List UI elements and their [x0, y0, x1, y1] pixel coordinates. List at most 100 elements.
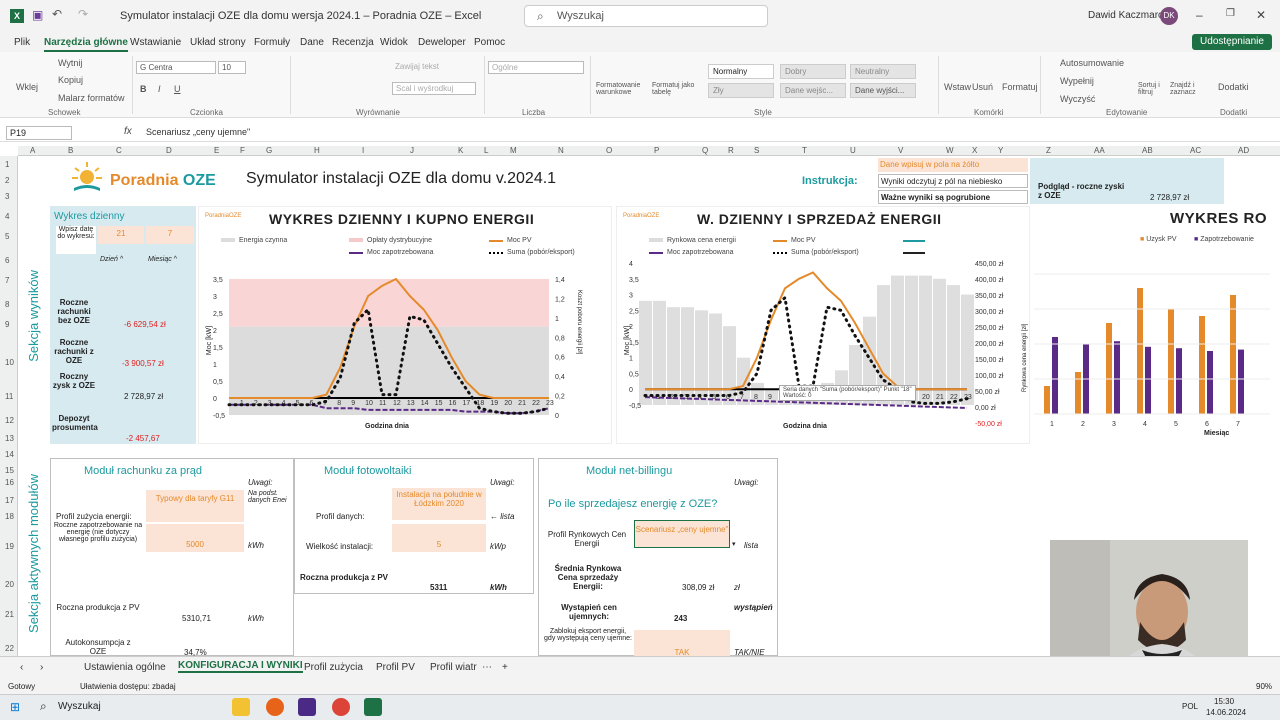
column-header[interactable]: R [728, 146, 734, 155]
clear-button[interactable]: Wyczyść [1060, 94, 1095, 104]
style-good[interactable]: Dobry [780, 64, 846, 79]
column-header[interactable]: Z [1046, 146, 1051, 155]
column-header[interactable]: V [898, 146, 903, 155]
column-header[interactable]: W [946, 146, 954, 155]
copy-button[interactable]: Kopiuj [58, 75, 83, 85]
module2-size-input[interactable]: 5 [392, 524, 486, 552]
fx-icon[interactable]: fx [124, 126, 132, 137]
tab-next-icon[interactable]: › [40, 662, 43, 673]
row-header[interactable]: 7 [5, 276, 9, 285]
row-header[interactable]: 22 [5, 644, 14, 653]
add-sheet-icon[interactable]: + [502, 662, 508, 673]
row-header[interactable]: 4 [5, 212, 9, 221]
row-header[interactable]: 3 [5, 192, 9, 201]
column-header[interactable]: K [458, 146, 463, 155]
language-indicator[interactable]: POL [1182, 702, 1198, 711]
merge-center-button[interactable]: Scal i wyśrodkuj [392, 82, 476, 95]
row-header[interactable]: 9 [5, 320, 9, 329]
delete-cells-button[interactable]: Usuń [972, 82, 993, 92]
menu-data[interactable]: Dane [300, 37, 324, 48]
module1-annual-input[interactable]: 5000 [146, 524, 244, 552]
clock-time[interactable]: 15:30 [1214, 697, 1234, 706]
row-header[interactable]: 11 [5, 392, 13, 401]
style-output[interactable]: Dane wyjści... [850, 83, 916, 98]
tab-settings[interactable]: Ustawienia ogólne [84, 662, 166, 673]
firefox-icon[interactable] [266, 698, 284, 716]
column-header[interactable]: P [654, 146, 659, 155]
redo-icon[interactable]: ↷ [78, 7, 88, 21]
menu-view[interactable]: Widok [380, 37, 408, 48]
tab-consumption-profile[interactable]: Profil zużycia [304, 662, 363, 673]
addins-button[interactable]: Dodatki [1218, 82, 1249, 92]
chart-daily-purchase[interactable]: PoradniaOZE WYKRES DZIENNY I KUPNO ENERG… [198, 206, 612, 444]
format-as-table-button[interactable]: Formatuj jako tabelę [652, 82, 702, 96]
column-header[interactable]: D [166, 146, 172, 155]
module1-profile-select[interactable]: Typowy dla taryfy G11 [146, 490, 244, 522]
app-icon[interactable] [298, 698, 316, 716]
chart-daily-sale[interactable]: PoradniaOZE W. DZIENNY I SPRZEDAŻ ENERGI… [616, 206, 1030, 444]
paste-button[interactable]: Wklej [16, 82, 38, 92]
number-format-select[interactable]: Ogólne [488, 61, 584, 74]
windows-start-icon[interactable]: ⊞ [10, 700, 20, 714]
column-header[interactable]: B [68, 146, 73, 155]
row-header[interactable]: 6 [5, 256, 9, 265]
row-header[interactable]: 13 [5, 434, 14, 443]
close-icon[interactable]: ✕ [1256, 8, 1266, 22]
format-cells-button[interactable]: Formatuj [1002, 82, 1038, 92]
tab-prev-icon[interactable]: ‹ [20, 662, 23, 673]
underline-button[interactable]: U [174, 84, 181, 94]
tab-pv-profile[interactable]: Profil PV [376, 662, 415, 673]
chart-annual[interactable]: WYKRES RO ■ Uzysk PV ■ Zapotrzebowanie 1… [1034, 206, 1270, 444]
column-header[interactable]: H [314, 146, 320, 155]
find-select-button[interactable]: Znajdź i zaznacz [1170, 82, 1206, 96]
menu-insert[interactable]: Wstawianie [130, 37, 181, 48]
bold-button[interactable]: B [140, 84, 147, 94]
row-header[interactable]: 5 [5, 232, 9, 241]
row-header[interactable]: 17 [5, 496, 14, 505]
column-header[interactable]: A [30, 146, 35, 155]
row-header[interactable]: 15 [5, 466, 14, 475]
tab-wind-profile[interactable]: Profil wiatr [430, 662, 477, 673]
row-header[interactable]: 8 [5, 300, 9, 309]
column-header[interactable]: M [510, 146, 517, 155]
tab-config-results[interactable]: KONFIGURACJA I WYNIKI [178, 660, 303, 673]
menu-page-layout[interactable]: Układ strony [190, 37, 246, 48]
row-header[interactable]: 1 [5, 160, 9, 169]
column-header[interactable]: U [850, 146, 856, 155]
status-accessibility[interactable]: Ułatwienia dostępu: zbadaj [80, 682, 176, 691]
row-header[interactable]: 14 [5, 450, 14, 459]
style-neutral[interactable]: Neutralny [850, 64, 916, 79]
tab-more-icon[interactable]: ⋯ [482, 662, 492, 673]
row-header[interactable]: 2 [5, 176, 9, 185]
column-header[interactable]: AA [1094, 146, 1105, 155]
row-header[interactable]: 20 [5, 580, 14, 589]
cut-button[interactable]: Wytnij [58, 58, 82, 68]
name-box[interactable]: P19 [6, 126, 72, 140]
search-box[interactable]: ⌕ Wyszukaj [524, 5, 768, 27]
menu-review[interactable]: Recenzja [332, 37, 374, 48]
menu-developer[interactable]: Deweloper [418, 37, 466, 48]
column-header[interactable]: AC [1190, 146, 1201, 155]
taskbar-search[interactable]: Wyszukaj [58, 701, 101, 712]
column-header[interactable]: O [606, 146, 612, 155]
row-header[interactable]: 12 [5, 416, 14, 425]
column-header[interactable]: Q [702, 146, 708, 155]
style-bad[interactable]: Zły [708, 83, 774, 98]
row-header[interactable]: 19 [5, 542, 14, 551]
minimize-icon[interactable]: – [1196, 8, 1203, 22]
column-header[interactable]: E [214, 146, 219, 155]
column-header[interactable]: G [266, 146, 272, 155]
chrome-icon[interactable] [332, 698, 350, 716]
font-name-select[interactable]: G Centra [136, 61, 216, 74]
column-header[interactable]: F [240, 146, 245, 155]
menu-formulas[interactable]: Formuły [254, 37, 290, 48]
restore-icon[interactable]: ❐ [1226, 8, 1235, 19]
column-header[interactable]: Y [998, 146, 1003, 155]
clock-date[interactable]: 14.06.2024 [1206, 708, 1246, 717]
column-header[interactable]: L [484, 146, 488, 155]
module3-profile-select[interactable]: Scenariusz „ceny ujemne" [634, 520, 730, 548]
style-normal[interactable]: Normalny [708, 64, 774, 79]
wrap-text-button[interactable]: Zawijaj tekst [392, 61, 472, 72]
column-header[interactable]: N [558, 146, 564, 155]
column-header[interactable]: J [410, 146, 414, 155]
